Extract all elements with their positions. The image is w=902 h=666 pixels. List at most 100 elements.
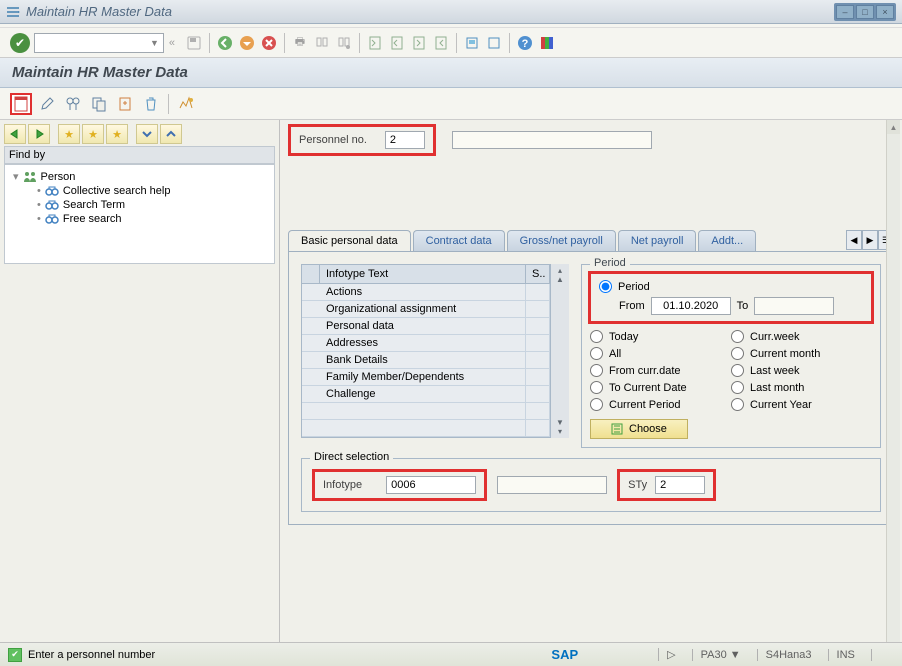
radio-tocurrent[interactable] [590, 381, 603, 394]
status-extra-icon[interactable] [871, 649, 894, 661]
personnel-highlight: Personnel no. [288, 124, 436, 156]
personnel-label: Personnel no. [299, 134, 367, 146]
table-scrollbar[interactable]: ▴ ▲ ▼ ▾ [551, 264, 569, 438]
collapse-icon[interactable] [160, 124, 182, 144]
print-icon[interactable]: 🖶 [291, 34, 309, 52]
tab-contract[interactable]: Contract data [413, 230, 505, 251]
tab-gross-net[interactable]: Gross/net payroll [507, 230, 616, 251]
table-row[interactable]: Personal data [302, 318, 550, 335]
enter-icon[interactable]: ✔ [10, 33, 30, 53]
table-row[interactable]: Family Member/Dependents [302, 369, 550, 386]
table-row[interactable]: Actions [302, 284, 550, 301]
tree-label: Person [41, 171, 76, 183]
scroll-top-icon[interactable]: ▴ [558, 266, 562, 275]
status-system[interactable]: S4Hana3 [757, 649, 820, 661]
tab-net-payroll[interactable]: Net payroll [618, 230, 697, 251]
status-nav-icon[interactable]: ▷ [658, 648, 683, 661]
table-row[interactable]: Addresses [302, 335, 550, 352]
find-next-icon[interactable] [335, 34, 353, 52]
new-session-icon[interactable] [463, 34, 481, 52]
binoculars-icon [45, 185, 59, 197]
save-icon[interactable] [185, 34, 203, 52]
tree-item-collective[interactable]: • Collective search help [9, 184, 270, 198]
radio-currmonth[interactable] [731, 347, 744, 360]
minimize-button[interactable]: – [836, 5, 854, 19]
scroll-down-icon[interactable]: ▼ [556, 418, 564, 427]
scroll-up-icon[interactable]: ▲ [887, 120, 900, 134]
close-button[interactable]: × [876, 5, 894, 19]
radio-lastmonth[interactable] [731, 381, 744, 394]
radio-label: Period [618, 281, 650, 293]
delete-icon[interactable] [140, 93, 162, 115]
layout-icon[interactable] [538, 34, 556, 52]
radio-today[interactable] [590, 330, 603, 343]
binoculars-icon [45, 199, 59, 211]
infotype-label: Infotype [323, 479, 362, 491]
fav-del-icon[interactable]: ★ [106, 124, 128, 144]
create-icon[interactable] [10, 93, 32, 115]
col-infotype-text[interactable]: Infotype Text [320, 265, 526, 283]
radio-fromcurr[interactable] [590, 364, 603, 377]
scroll-up-icon[interactable]: ▲ [556, 275, 564, 284]
period-group: Period Period From To [581, 264, 881, 448]
radio-lastweek[interactable] [731, 364, 744, 377]
tree-item-free-search[interactable]: • Free search [9, 212, 270, 226]
status-tcode[interactable]: PA30 ▼ [692, 649, 749, 661]
last-page-icon[interactable] [432, 34, 450, 52]
expand-icon[interactable] [136, 124, 158, 144]
tree-expand-icon[interactable]: ▾ [13, 170, 19, 183]
radio-currperiod[interactable] [590, 398, 603, 411]
radio-all[interactable] [590, 347, 603, 360]
tree-item-search-term[interactable]: • Search Term [9, 198, 270, 212]
col-status[interactable]: S.. [526, 265, 550, 283]
exit-icon[interactable] [238, 34, 256, 52]
tree-item-person[interactable]: ▾ Person [9, 169, 270, 184]
tab-scroll-left-icon[interactable]: ◀ [846, 230, 862, 250]
cancel-icon[interactable] [260, 34, 278, 52]
find-icon[interactable] [313, 34, 331, 52]
table-row[interactable]: Challenge [302, 386, 550, 403]
tab-basic-personal[interactable]: Basic personal data [288, 230, 411, 251]
tab-additional[interactable]: Addt... [698, 230, 756, 251]
sty-input[interactable] [655, 476, 705, 494]
display-icon[interactable] [62, 93, 84, 115]
first-page-icon[interactable] [366, 34, 384, 52]
back-collapse-icon[interactable]: « [163, 34, 181, 52]
fav-show-icon[interactable]: ★ [82, 124, 104, 144]
help-icon[interactable]: ? [516, 34, 534, 52]
copy-icon[interactable] [88, 93, 110, 115]
prev-page-icon[interactable] [388, 34, 406, 52]
personnel-input[interactable] [385, 131, 425, 149]
table-row[interactable]: Organizational assignment [302, 301, 550, 318]
nav-back-icon[interactable] [4, 124, 26, 144]
table-row[interactable] [302, 420, 550, 437]
window-menu-icon[interactable] [6, 6, 20, 18]
overview-icon[interactable] [175, 93, 197, 115]
command-field[interactable] [34, 33, 164, 53]
radio-period[interactable] [599, 280, 612, 293]
tree-label: Search Term [63, 199, 125, 211]
dropdown-icon[interactable]: ▼ [150, 38, 159, 48]
vertical-scrollbar[interactable]: ▲ ▼ [886, 120, 900, 660]
fav-add-icon[interactable]: ★ [58, 124, 80, 144]
back-icon[interactable] [216, 34, 234, 52]
next-page-icon[interactable] [410, 34, 428, 52]
direct-selection-group: Direct selection Infotype STy [301, 458, 881, 512]
from-date-input[interactable] [651, 297, 731, 315]
maximize-button[interactable]: □ [856, 5, 874, 19]
to-date-input[interactable] [754, 297, 834, 315]
table-row[interactable]: Bank Details [302, 352, 550, 369]
shortcut-icon[interactable] [485, 34, 503, 52]
radio-currweek[interactable] [731, 330, 744, 343]
tab-scroll-right-icon[interactable]: ▶ [862, 230, 878, 250]
edit-icon[interactable] [36, 93, 58, 115]
radio-curryear[interactable] [731, 398, 744, 411]
delimit-icon[interactable] [114, 93, 136, 115]
infotype-input[interactable] [386, 476, 476, 494]
table-row[interactable] [302, 403, 550, 420]
choose-button[interactable]: Choose [590, 419, 688, 439]
scroll-bottom-icon[interactable]: ▾ [558, 427, 562, 436]
page-title: Maintain HR Master Data [12, 64, 890, 81]
status-mode: INS [828, 649, 863, 661]
nav-forward-icon[interactable] [28, 124, 50, 144]
